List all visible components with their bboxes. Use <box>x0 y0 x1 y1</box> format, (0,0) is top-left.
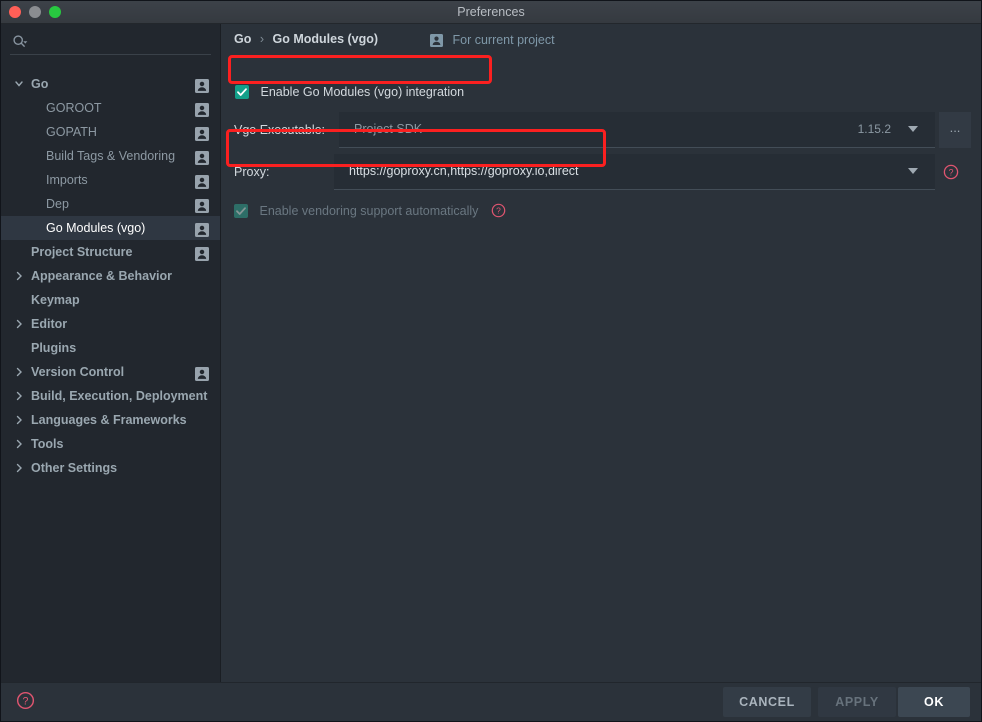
chevron-down-icon[interactable] <box>908 126 918 132</box>
sidebar-item-build-execution-deployment[interactable]: Build, Execution, Deployment <box>0 384 220 408</box>
sidebar-item-label: Build, Execution, Deployment <box>31 389 208 403</box>
vgo-executable-combobox[interactable]: Project SDK 1.15.2 <box>339 112 935 148</box>
sidebar-item-label: GOPATH <box>46 125 97 139</box>
sidebar-item-label: Build Tags & Vendoring <box>46 149 176 163</box>
proxy-row: Proxy: https://goproxy.cn,https://goprox… <box>221 154 982 190</box>
scope-label: For current project <box>452 33 555 47</box>
sidebar-item-languages-frameworks[interactable]: Languages & Frameworks <box>0 408 220 432</box>
sidebar-item-label: Appearance & Behavior <box>31 269 173 283</box>
settings-sidebar: Go GOROOT GOPATH Build Tags & Vendoring Impo… <box>0 24 221 682</box>
sidebar-item-tools[interactable]: Tools <box>0 432 220 456</box>
breadcrumb-current: Go Modules (vgo) <box>272 32 379 46</box>
sidebar-item-label: Dep <box>46 197 69 211</box>
breadcrumb: Go › Go Modules (vgo) <box>234 32 378 46</box>
enable-vendoring-checkbox[interactable]: Enable vendoring support automatically ? <box>234 203 506 221</box>
sidebar-item-label: Go Modules (vgo) <box>46 221 146 235</box>
proxy-value: https://goproxy.cn,https://goproxy.io,di… <box>349 164 579 178</box>
checkbox-checked-icon <box>235 85 249 99</box>
chevron-right-icon[interactable] <box>14 384 26 408</box>
settings-detail-panel: Go › Go Modules (vgo) For current projec… <box>221 24 982 682</box>
breadcrumb-separator: › <box>259 32 265 46</box>
sidebar-item-dep[interactable]: Dep <box>0 192 220 216</box>
preferences-window: Preferences Go GOROOT GOPATH Build Tags & V… <box>0 0 982 722</box>
sidebar-item-other-settings[interactable]: Other Settings <box>0 456 220 480</box>
chevron-right-icon[interactable] <box>14 312 26 336</box>
sidebar-item-keymap[interactable]: Keymap <box>0 288 220 312</box>
svg-text:?: ? <box>948 167 953 177</box>
ok-button[interactable]: OK <box>898 687 970 717</box>
dialog-help-icon[interactable]: ? <box>16 691 35 715</box>
person-icon <box>430 34 443 50</box>
search-icon <box>12 34 28 50</box>
proxy-label: Proxy: <box>234 165 270 179</box>
chevron-right-icon[interactable] <box>14 264 26 288</box>
sidebar-item-version-control[interactable]: Version Control <box>0 360 220 384</box>
scope-indicator[interactable]: For current project <box>430 33 555 50</box>
vgo-executable-version: 1.15.2 <box>857 122 891 136</box>
person-icon <box>195 173 209 189</box>
sidebar-item-label: Plugins <box>31 341 77 355</box>
settings-tree: Go GOROOT GOPATH Build Tags & Vendoring Impo… <box>0 72 220 480</box>
chevron-down-icon[interactable] <box>14 72 26 96</box>
sidebar-item-project-structure[interactable]: Project Structure <box>0 240 220 264</box>
vgo-executable-browse-button[interactable]: ... <box>939 112 971 148</box>
person-icon <box>195 125 209 141</box>
sidebar-item-go-modules-vgo[interactable]: Go Modules (vgo) <box>0 216 220 240</box>
sidebar-item-label: Version Control <box>31 365 125 379</box>
apply-button[interactable]: APPLY <box>818 687 896 717</box>
sidebar-item-label: Languages & Frameworks <box>31 413 187 427</box>
sidebar-item-go[interactable]: Go <box>0 72 220 96</box>
checkbox-checked-disabled-icon <box>234 204 248 218</box>
sidebar-item-build-tags-vendoring[interactable]: Build Tags & Vendoring <box>0 144 220 168</box>
sidebar-item-label: Other Settings <box>31 461 118 475</box>
vgo-executable-label: Vgo Executable: <box>234 123 326 137</box>
dialog-footer: ? CANCEL APPLY OK <box>0 682 982 722</box>
sidebar-item-plugins[interactable]: Plugins <box>0 336 220 360</box>
person-icon <box>195 77 209 93</box>
sidebar-item-label: Keymap <box>31 293 80 307</box>
chevron-right-icon[interactable] <box>14 456 26 480</box>
sidebar-item-label: Project Structure <box>31 245 133 259</box>
sidebar-item-goroot[interactable]: GOROOT <box>0 96 220 120</box>
person-icon <box>195 245 209 261</box>
enable-go-modules-label: Enable Go Modules (vgo) integration <box>260 85 465 99</box>
sidebar-item-editor[interactable]: Editor <box>0 312 220 336</box>
person-icon <box>195 221 209 237</box>
proxy-help-icon[interactable]: ? <box>943 164 959 185</box>
cancel-button[interactable]: CANCEL <box>723 687 811 717</box>
sidebar-item-label: Editor <box>31 317 68 331</box>
window-title: Preferences <box>457 5 525 19</box>
person-icon <box>195 149 209 165</box>
chevron-right-icon[interactable] <box>14 432 26 456</box>
person-icon <box>195 365 209 381</box>
enable-vendoring-label: Enable vendoring support automatically <box>259 204 479 218</box>
sidebar-item-appearance-behavior[interactable]: Appearance & Behavior <box>0 264 220 288</box>
sidebar-item-imports[interactable]: Imports <box>0 168 220 192</box>
vendoring-help-icon[interactable]: ? <box>491 203 506 221</box>
svg-text:?: ? <box>23 696 29 708</box>
person-icon <box>195 197 209 213</box>
chevron-right-icon[interactable] <box>14 360 26 384</box>
chevron-right-icon[interactable] <box>14 408 26 432</box>
enable-go-modules-checkbox[interactable]: Enable Go Modules (vgo) integration <box>235 85 464 99</box>
sidebar-item-label: Imports <box>46 173 88 187</box>
sidebar-item-label: Tools <box>31 437 64 451</box>
proxy-field[interactable]: https://goproxy.cn,https://goproxy.io,di… <box>334 154 935 190</box>
settings-search-field[interactable] <box>10 30 211 55</box>
vgo-executable-row: Vgo Executable: Project SDK 1.15.2 <box>221 112 982 148</box>
sidebar-item-gopath[interactable]: GOPATH <box>0 120 220 144</box>
svg-text:?: ? <box>496 206 501 216</box>
vgo-executable-value: Project SDK <box>354 122 423 136</box>
breadcrumb-root[interactable]: Go <box>234 32 251 46</box>
chevron-down-icon[interactable] <box>908 168 918 174</box>
sidebar-item-label: GOROOT <box>46 101 102 115</box>
person-icon <box>195 101 209 117</box>
sidebar-item-label: Go <box>31 77 49 91</box>
window-titlebar: Preferences <box>0 0 982 24</box>
